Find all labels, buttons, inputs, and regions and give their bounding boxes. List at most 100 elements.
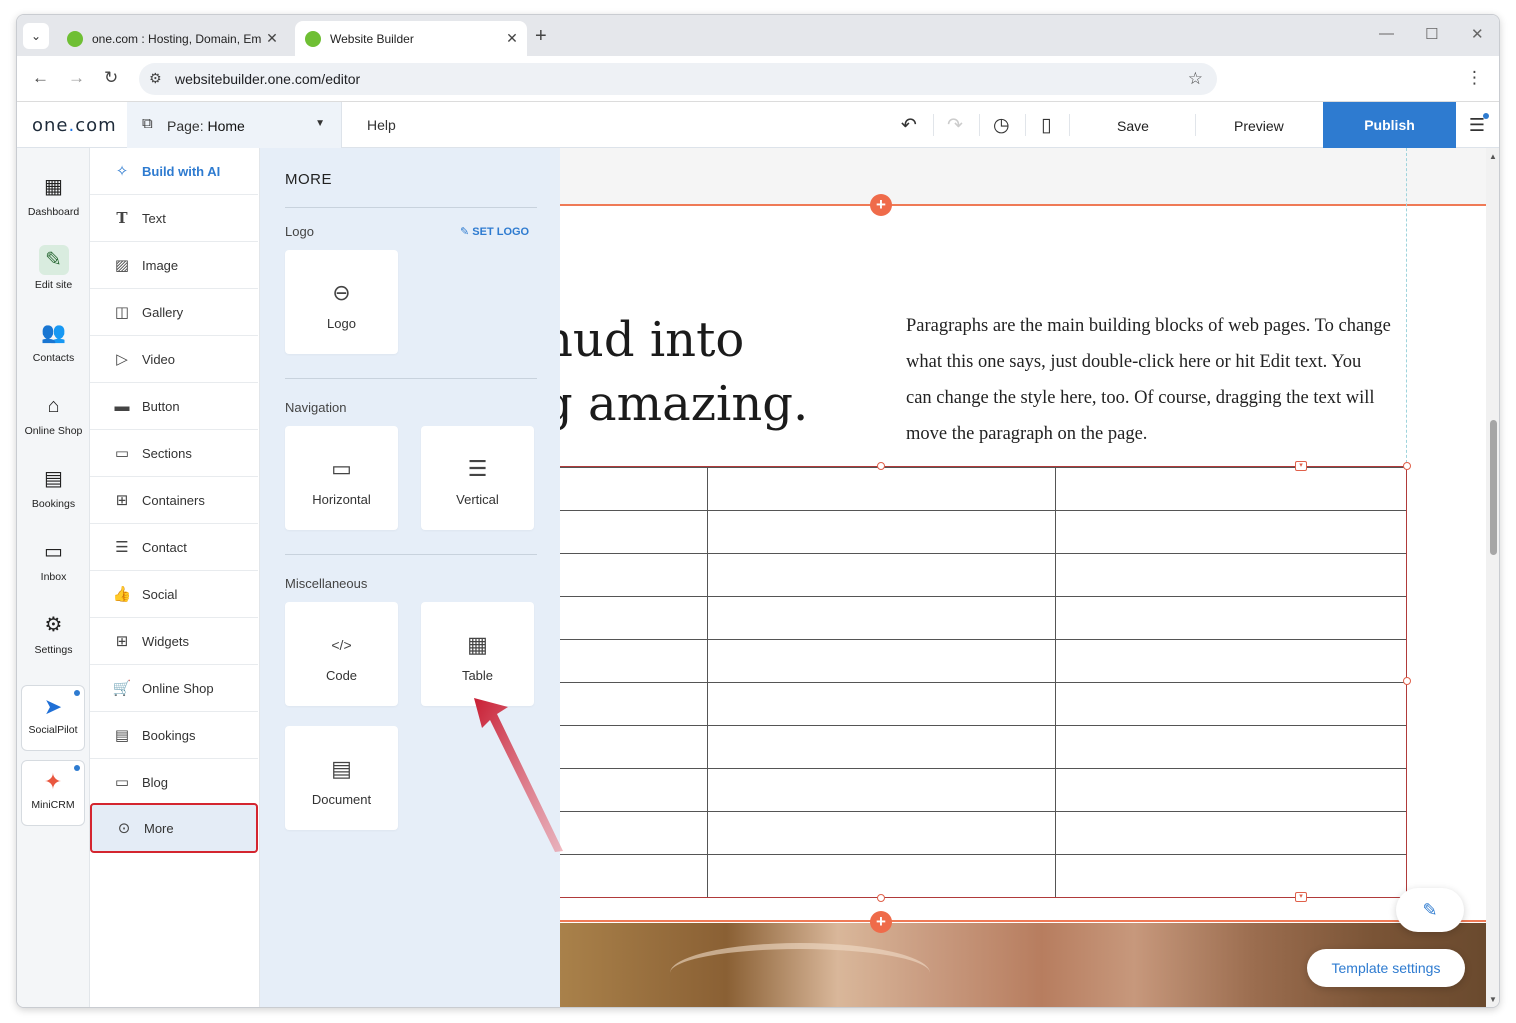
table-cell[interactable] (706, 854, 1057, 898)
resize-handle[interactable] (1403, 677, 1411, 685)
rail-item-settings[interactable]: ⚙ Settings (17, 610, 90, 656)
browser-tab-website-builder[interactable]: Website Builder ✕ (295, 21, 527, 56)
table-cell[interactable] (1055, 725, 1407, 769)
browser-tab-onecom[interactable]: one.com : Hosting, Domain, Em ✕ (57, 21, 287, 56)
help-link[interactable]: Help (367, 117, 396, 133)
table-cell[interactable] (1055, 811, 1407, 855)
element-blog[interactable]: ▭ Blog (90, 759, 258, 806)
app-socialpilot[interactable]: ➤ SocialPilot (21, 685, 85, 751)
table-cell[interactable] (560, 467, 708, 511)
table-cell[interactable] (1055, 553, 1407, 597)
table-cell[interactable] (560, 596, 708, 640)
table-cell[interactable] (706, 596, 1057, 640)
editor-canvas[interactable]: + nud into g amazing. Paragraphs are the… (560, 148, 1486, 1007)
table-cell[interactable] (560, 510, 708, 554)
element-more[interactable]: ⊙ More (90, 803, 258, 853)
resize-handle[interactable] (1403, 462, 1411, 470)
element-contact[interactable]: ☰ Contact (90, 524, 258, 571)
table-cell[interactable] (1055, 768, 1407, 812)
onecom-logo[interactable]: one.com (32, 115, 117, 136)
history-icon[interactable]: ◷ (993, 114, 1010, 137)
add-section-plus-icon[interactable]: + (870, 194, 892, 216)
table-cell[interactable] (1055, 510, 1407, 554)
element-button[interactable]: ▬ Button (90, 383, 258, 430)
forward-icon[interactable]: → (68, 68, 85, 88)
set-logo-link[interactable]: ✎ SET LOGO (460, 225, 529, 238)
document-card[interactable]: ▤ Document (285, 726, 398, 830)
rail-item-online-shop[interactable]: ⌂ Online Shop (17, 391, 90, 437)
tab-search-button[interactable]: ⌄ (23, 23, 49, 49)
rail-item-edit-site[interactable]: ✎ Edit site (17, 245, 90, 291)
element-bookings[interactable]: ▤ Bookings (90, 712, 258, 759)
url-bar[interactable]: ⚙ websitebuilder.one.com/editor ☆ (139, 63, 1217, 95)
table-element[interactable] (560, 467, 1407, 898)
maximize-icon[interactable]: ☐ (1425, 25, 1438, 43)
element-containers[interactable]: ⊞ Containers (90, 477, 258, 524)
element-image[interactable]: ▨ Image (90, 242, 258, 289)
table-cell[interactable] (706, 768, 1057, 812)
table-cell[interactable] (560, 768, 708, 812)
undo-icon[interactable]: ↶ (901, 114, 917, 137)
browser-menu-icon[interactable]: ⋮ (1466, 68, 1483, 88)
publish-button[interactable]: Publish (1323, 102, 1456, 148)
scrollbar-thumb[interactable] (1490, 420, 1497, 555)
nav-vertical-card[interactable]: ☰ Vertical (421, 426, 534, 530)
table-cell[interactable] (560, 725, 708, 769)
element-widgets[interactable]: ⊞ Widgets (90, 618, 258, 665)
rail-item-bookings[interactable]: ▤ Bookings (17, 464, 90, 510)
element-text[interactable]: T Text (90, 195, 258, 242)
table-card[interactable]: ▦ Table (421, 602, 534, 706)
element-gallery[interactable]: ◫ Gallery (90, 289, 258, 336)
rail-item-contacts[interactable]: 👥 Contacts (17, 318, 90, 364)
reload-icon[interactable]: ↻ (104, 68, 118, 88)
redo-icon[interactable]: ↷ (947, 114, 963, 137)
table-cell[interactable] (706, 639, 1057, 683)
table-cell[interactable] (560, 811, 708, 855)
rail-item-inbox[interactable]: ▭ Inbox (17, 537, 90, 583)
paragraph-text[interactable]: Paragraphs are the main building blocks … (906, 308, 1391, 452)
save-button[interactable]: Save (1117, 118, 1149, 134)
preview-button[interactable]: Preview (1234, 118, 1284, 134)
table-options-handle[interactable]: ▾ (1295, 892, 1307, 902)
table-cell[interactable] (560, 682, 708, 726)
app-minicrm[interactable]: ✦ MiniCRM (21, 760, 85, 826)
scroll-down-icon[interactable]: ▼ (1489, 995, 1497, 1004)
bookmark-star-icon[interactable]: ☆ (1188, 69, 1203, 89)
page-selector[interactable]: ⧉ Page: Home ▼ (127, 102, 342, 148)
close-tab-icon[interactable]: ✕ (501, 30, 523, 47)
mobile-view-icon[interactable]: ▯ (1041, 114, 1051, 137)
url-text[interactable]: websitebuilder.one.com/editor (175, 71, 360, 87)
hero-heading-line-1[interactable]: nud into (560, 312, 744, 368)
close-window-icon[interactable]: ✕ (1471, 25, 1484, 43)
element-sections[interactable]: ▭ Sections (90, 430, 258, 477)
table-cell[interactable] (1055, 596, 1407, 640)
scroll-up-icon[interactable]: ▲ (1489, 152, 1497, 161)
element-online-shop[interactable]: 🛒 Online Shop (90, 665, 258, 712)
table-cell[interactable] (1055, 467, 1407, 511)
table-cell[interactable] (706, 510, 1057, 554)
table-cell[interactable] (1055, 682, 1407, 726)
table-cell[interactable] (1055, 854, 1407, 898)
hero-heading-line-2[interactable]: g amazing. (560, 376, 808, 432)
minimize-icon[interactable]: — (1379, 25, 1394, 42)
element-video[interactable]: ▷ Video (90, 336, 258, 383)
close-tab-icon[interactable]: ✕ (261, 30, 283, 47)
table-cell[interactable] (706, 682, 1057, 726)
resize-handle[interactable] (877, 894, 885, 902)
header-section[interactable] (560, 148, 1486, 206)
back-icon[interactable]: ← (32, 68, 49, 88)
table-cell[interactable] (706, 725, 1057, 769)
rail-item-dashboard[interactable]: ▦ Dashboard (17, 172, 90, 218)
code-card[interactable]: </> Code (285, 602, 398, 706)
add-section-plus-icon[interactable]: + (870, 911, 892, 933)
design-tools-button[interactable]: ✎ (1396, 888, 1464, 932)
table-cell[interactable] (706, 811, 1057, 855)
menu-icon[interactable]: ☰ (1469, 113, 1489, 136)
table-cell[interactable] (560, 854, 708, 898)
resize-handle[interactable] (877, 462, 885, 470)
scrollbar-track[interactable] (1486, 148, 1499, 1007)
template-settings-button[interactable]: Template settings (1307, 949, 1465, 987)
table-cell[interactable] (706, 553, 1057, 597)
table-cell[interactable] (560, 639, 708, 683)
table-cell[interactable] (706, 467, 1057, 511)
